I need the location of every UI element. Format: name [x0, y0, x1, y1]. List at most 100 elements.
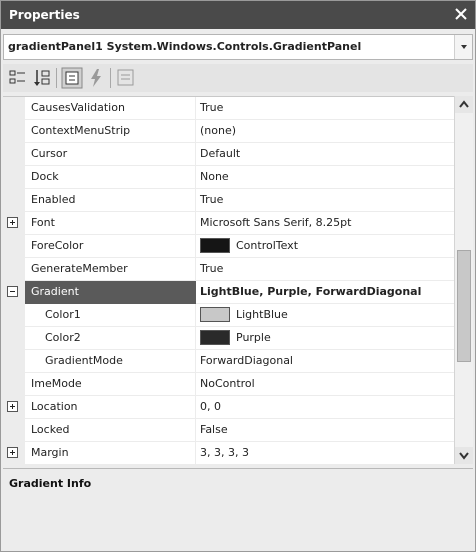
property-name: ForeColor	[25, 235, 196, 258]
property-value[interactable]: ForwardDiagonal	[196, 350, 454, 373]
property-value-cell[interactable]: Purple	[196, 327, 454, 350]
property-value: ControlText	[236, 239, 299, 252]
properties-window: Properties gradientPanel1 System.Windows…	[0, 0, 476, 552]
row-gutter	[3, 212, 25, 235]
toolbar-separator	[56, 68, 57, 88]
title-bar: Properties	[1, 1, 475, 29]
row-gutter	[3, 166, 25, 189]
scroll-thumb[interactable]	[457, 250, 471, 362]
object-selector[interactable]: gradientPanel1 System.Windows.Controls.G…	[3, 34, 473, 60]
row-gutter	[3, 304, 25, 327]
window-title: Properties	[9, 8, 80, 22]
property-row[interactable]: Enabled True	[3, 189, 454, 212]
property-name: ContextMenuStrip	[25, 120, 196, 143]
property-pages-icon	[117, 69, 134, 86]
property-value-cell[interactable]: ControlText	[196, 235, 454, 258]
property-value-cell[interactable]: LightBlue	[196, 304, 454, 327]
row-gutter	[3, 143, 25, 166]
row-gutter	[3, 281, 25, 304]
property-name: Font	[25, 212, 196, 235]
property-name: GenerateMember	[25, 258, 196, 281]
property-row[interactable]: Cursor Default	[3, 143, 454, 166]
color-swatch	[200, 306, 230, 322]
property-row[interactable]: GenerateMember True	[3, 258, 454, 281]
property-name: CausesValidation	[25, 97, 196, 120]
property-name: Enabled	[25, 189, 196, 212]
row-gutter	[3, 189, 25, 212]
expand-plus-icon[interactable]	[7, 401, 18, 412]
property-value[interactable]: False	[196, 419, 454, 442]
property-row[interactable]: Margin 3, 3, 3, 3	[3, 442, 454, 464]
row-gutter	[3, 97, 25, 120]
row-gutter	[3, 258, 25, 281]
expand-plus-icon[interactable]	[7, 217, 18, 228]
row-gutter	[3, 396, 25, 419]
chevron-down-icon	[461, 45, 467, 49]
vertical-scrollbar[interactable]	[454, 96, 473, 464]
row-gutter	[3, 373, 25, 396]
toolbar-separator	[110, 68, 111, 88]
properties-button[interactable]	[61, 67, 83, 89]
property-row[interactable]: Font Microsoft Sans Serif, 8.25pt	[3, 212, 454, 235]
property-name: Locked	[25, 419, 196, 442]
property-row[interactable]: ImeMode NoControl	[3, 373, 454, 396]
row-gutter	[3, 327, 25, 350]
property-value[interactable]: NoControl	[196, 373, 454, 396]
property-row[interactable]: Dock None	[3, 166, 454, 189]
property-value[interactable]: Default	[196, 143, 454, 166]
collapse-minus-icon[interactable]	[7, 286, 18, 297]
property-grid: CausesValidation True ContextMenuStrip (…	[3, 96, 473, 464]
property-row[interactable]: CausesValidation True	[3, 97, 454, 120]
alphabetical-icon	[34, 70, 50, 86]
property-name: Color1	[25, 304, 196, 327]
property-value[interactable]: None	[196, 166, 454, 189]
close-icon[interactable]	[453, 6, 469, 22]
property-name: Location	[25, 396, 196, 419]
selector-dropdown-button[interactable]	[454, 35, 472, 59]
property-value[interactable]: LightBlue, Purple, ForwardDiagonal	[196, 281, 454, 304]
property-value[interactable]: 0, 0	[196, 396, 454, 419]
expand-plus-icon[interactable]	[7, 447, 18, 458]
property-pages-button[interactable]	[115, 67, 137, 89]
property-name: Cursor	[25, 143, 196, 166]
property-name: Dock	[25, 166, 196, 189]
property-value[interactable]: True	[196, 258, 454, 281]
row-gutter	[3, 120, 25, 143]
property-value[interactable]: (none)	[196, 120, 454, 143]
property-row[interactable]: Color1 LightBlue	[3, 304, 454, 327]
property-name: Color2	[25, 327, 196, 350]
color-swatch	[200, 329, 230, 345]
description-title: Gradient Info	[9, 477, 92, 490]
property-row[interactable]: ForeColor ControlText	[3, 235, 454, 258]
scroll-down-button[interactable]	[455, 447, 473, 464]
property-row[interactable]: Color2 Purple	[3, 327, 454, 350]
property-row[interactable]: GradientMode ForwardDiagonal	[3, 350, 454, 373]
row-gutter	[3, 442, 25, 464]
property-value[interactable]: True	[196, 97, 454, 120]
property-name: Gradient	[25, 281, 196, 304]
property-name: GradientMode	[25, 350, 196, 373]
property-value[interactable]: True	[196, 189, 454, 212]
alphabetical-button[interactable]	[31, 67, 53, 89]
events-button[interactable]	[85, 67, 107, 89]
property-toolbar	[3, 64, 473, 92]
scroll-up-button[interactable]	[455, 96, 473, 113]
property-value[interactable]: 3, 3, 3, 3	[196, 442, 454, 464]
chevron-up-icon	[459, 100, 469, 108]
color-swatch	[200, 237, 230, 253]
categorized-icon	[9, 70, 25, 84]
property-row[interactable]: Location 0, 0	[3, 396, 454, 419]
property-row[interactable]: Locked False	[3, 419, 454, 442]
row-gutter	[3, 350, 25, 373]
description-panel: Gradient Info	[3, 468, 473, 549]
row-gutter	[3, 235, 25, 258]
events-icon	[91, 69, 101, 87]
property-value: Purple	[236, 331, 271, 344]
properties-icon	[61, 67, 83, 89]
categorized-button[interactable]	[7, 67, 29, 89]
property-value[interactable]: Microsoft Sans Serif, 8.25pt	[196, 212, 454, 235]
chevron-down-icon	[459, 452, 469, 460]
property-row-selected[interactable]: Gradient LightBlue, Purple, ForwardDiago…	[3, 281, 454, 304]
selected-object-text: gradientPanel1 System.Windows.Controls.G…	[8, 40, 362, 53]
property-row[interactable]: ContextMenuStrip (none)	[3, 120, 454, 143]
